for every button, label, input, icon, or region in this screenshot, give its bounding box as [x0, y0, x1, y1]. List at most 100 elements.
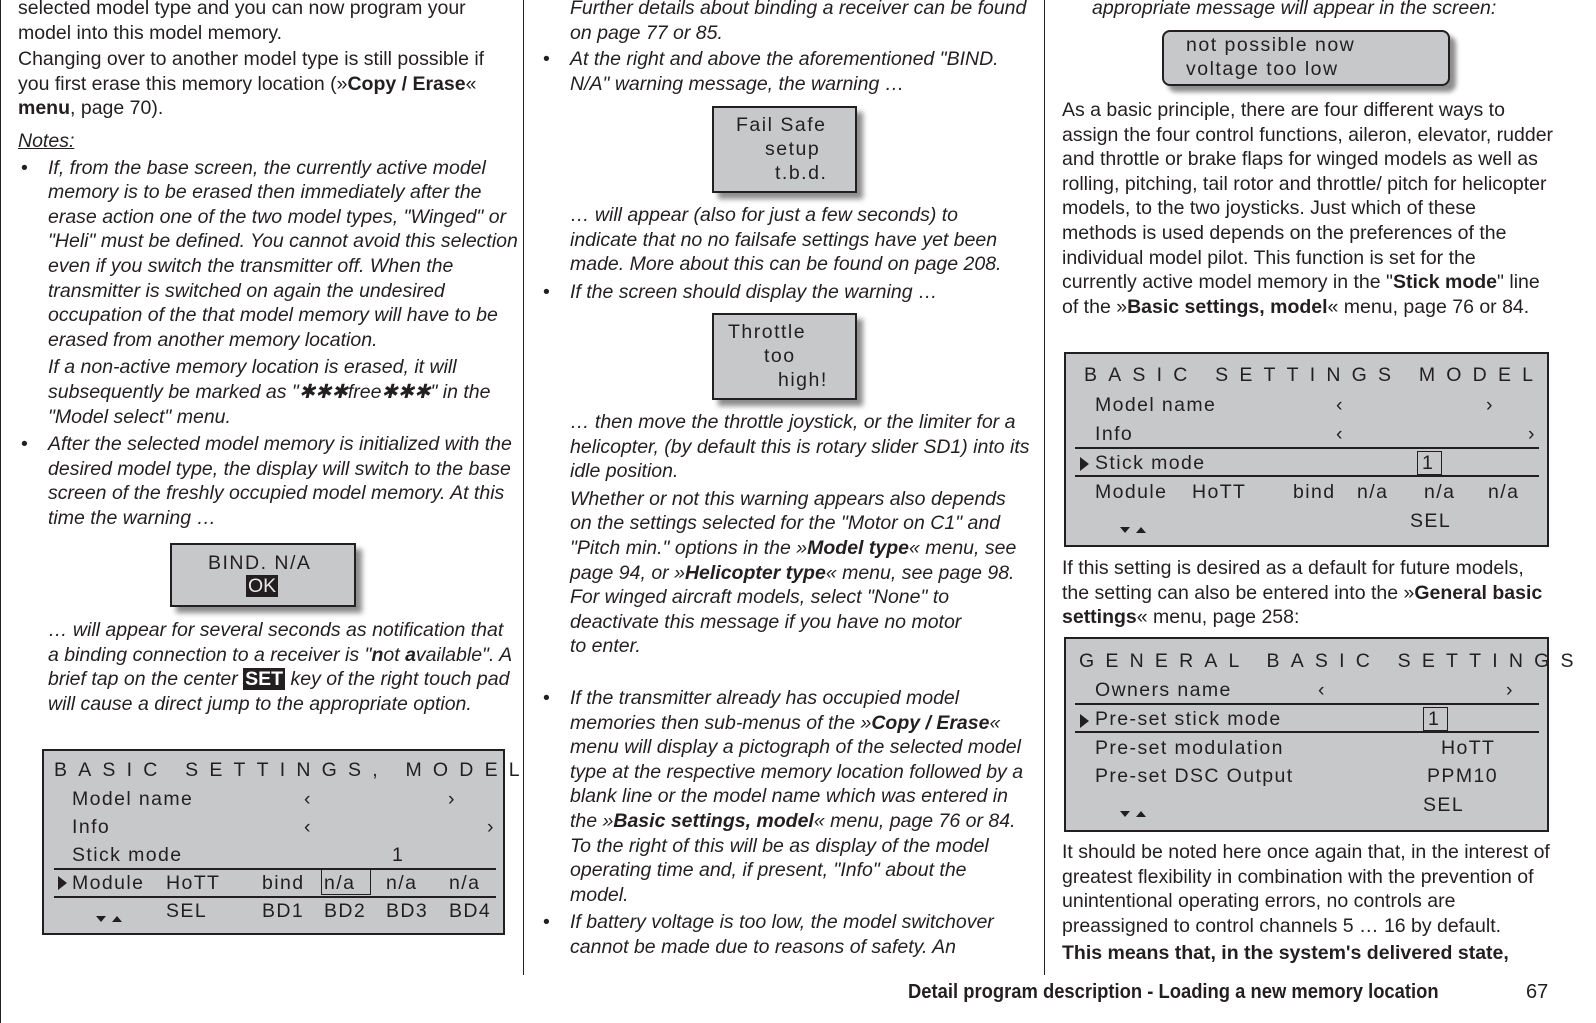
row-info-label[interactable]: Info	[72, 816, 110, 839]
preset-dsc-output-value: PPM10	[1427, 765, 1498, 787]
preset-modulation-value: HoTT	[1441, 737, 1496, 759]
scroll-down-icon[interactable]	[1120, 800, 1130, 823]
scroll-up-icon[interactable]	[112, 905, 122, 928]
ok-button[interactable]: OK	[246, 575, 279, 597]
scroll-up-icon[interactable]	[1136, 800, 1146, 823]
bd1-value: n/a	[1357, 481, 1389, 503]
paragraph-after-failsafe: … will appear (also for just a few secon…	[570, 204, 1002, 276]
softkey-sel[interactable]: SEL	[1423, 794, 1464, 817]
scroll-up-icon[interactable]	[1136, 516, 1146, 539]
chevron-right-icon: ›	[448, 788, 456, 810]
softkey-sel[interactable]: SEL	[1410, 510, 1451, 533]
paragraph-appropriate-message: appropriate message will appear in the s…	[1092, 0, 1497, 19]
row-info-label[interactable]: Info	[1095, 423, 1133, 446]
bind-na-popup: BIND. N/A OK	[170, 543, 356, 607]
row-stick-mode-label[interactable]: Stick mode	[1095, 452, 1205, 475]
menu-ref-copy-erase: Copy / Erase	[347, 72, 466, 95]
bullet-icon: •	[21, 156, 28, 179]
col2-bullet-1: • At the right and above the aforemention…	[543, 48, 999, 95]
column-1: selected model type and you can now prog…	[18, 0, 518, 530]
row-model-name-label[interactable]: Model name	[72, 788, 193, 811]
chevron-left-icon: ‹	[1336, 394, 1344, 416]
chevron-left-icon: ‹	[304, 816, 312, 838]
preset-stick-mode-value: 1	[1428, 708, 1441, 730]
bullet-icon: •	[543, 687, 550, 709]
page-footer-title: Detail program description - Loading a n…	[908, 981, 1439, 1003]
module-value: HoTT	[1192, 481, 1247, 503]
chevron-left-icon: ‹	[304, 788, 312, 810]
bind-value: bind	[262, 872, 305, 894]
softkey-bd4[interactable]: BD4	[449, 900, 491, 923]
row-preset-modulation-label[interactable]: Pre-set modulation	[1095, 737, 1284, 760]
paragraph-stick-mode-intro: As a basic principle, there are four dif…	[1062, 99, 1554, 318]
paragraph-delivered-state: This means that, in the system's deliver…	[1062, 942, 1509, 965]
chevron-right-icon: ›	[487, 816, 495, 838]
basic-settings-model-screen-2: BASIC SETTINGS MODEL Model name ‹ › Info…	[1064, 352, 1549, 547]
column-2-top: Further details about binding a receiver…	[570, 0, 1030, 47]
paragraph-after-bind: … will appear for several seconds as not…	[48, 619, 512, 715]
note-bullet-2: • After the selected model memory is init…	[21, 433, 512, 529]
softkey-bd3[interactable]: BD3	[386, 900, 428, 923]
row-preset-dsc-output-label[interactable]: Pre-set DSC Output	[1095, 765, 1294, 788]
stick-mode-value: 1	[1422, 452, 1435, 474]
chevron-right-icon: ›	[1528, 423, 1536, 445]
scroll-down-icon[interactable]	[1120, 516, 1130, 539]
module-value: HoTT	[166, 872, 221, 894]
note-bullet-1-continued: If a non-active memory location is erase…	[48, 356, 491, 428]
row-model-name-label[interactable]: Model name	[1095, 394, 1216, 417]
note-bullet-1: • If, from the base screen, the currently…	[21, 156, 518, 351]
chevron-left-icon: ‹	[1318, 679, 1326, 701]
row-stick-mode-label[interactable]: Stick mode	[72, 844, 182, 867]
bd3-value: n/a	[386, 872, 418, 894]
bd2-value: n/a	[1424, 481, 1456, 503]
bullet-icon: •	[543, 281, 550, 303]
selection-line-bottom	[1075, 731, 1539, 733]
general-basic-settings-screen: GENERAL BASIC SETTINGS Owners name ‹ › P…	[1064, 637, 1574, 832]
paragraph-changing-model-type: Changing over to another model type is s…	[18, 48, 485, 120]
paragraph-channels-note: It should be noted here once again that,…	[1062, 840, 1554, 968]
selection-arrow-icon	[1080, 454, 1089, 477]
screen-title: GENERAL BASIC SETTINGS	[1079, 650, 1585, 672]
popup-bind-text: BIND. N/A	[208, 552, 312, 574]
softkey-bd2[interactable]: BD2	[324, 900, 366, 923]
voltage-too-low-popup: not possible now voltage too low	[1162, 30, 1450, 86]
col2-bullets-lower: • If the transmitter already has occupied…	[540, 686, 1030, 960]
selection-arrow-icon	[58, 873, 67, 896]
bd2-value: n/a	[324, 872, 356, 894]
bullet-icon: •	[543, 911, 550, 934]
stick-mode-value: 1	[392, 844, 405, 866]
row-module-label[interactable]: Module	[72, 872, 144, 895]
column-divider-1	[523, 0, 524, 975]
bd3-value: n/a	[1488, 481, 1520, 503]
softkey-sel[interactable]: SEL	[166, 900, 207, 923]
throttle-too-high-popup: Throttle too high!	[712, 313, 857, 400]
screen-title: BASIC SETTINGS, MODEL	[54, 759, 531, 781]
notes-heading: Notes:	[18, 129, 75, 152]
row-module-label[interactable]: Module	[1095, 481, 1167, 504]
set-key-label: SET	[243, 668, 286, 691]
selection-line-bottom	[54, 896, 496, 898]
column-divider-2	[1044, 0, 1045, 975]
bd4-value: n/a	[449, 872, 481, 894]
col2-bullet-4: • If battery voltage is too low, the mode…	[543, 911, 994, 958]
bind-value: bind	[1293, 481, 1336, 503]
softkey-bd1[interactable]: BD1	[262, 900, 304, 923]
selection-line-bottom	[1075, 475, 1539, 477]
bullet-icon: •	[21, 433, 28, 456]
paragraph-after-throttle: … then move the throttle joystick, or th…	[570, 411, 1030, 658]
chevron-right-icon: ›	[1486, 394, 1494, 416]
chevron-left-icon: ‹	[1336, 423, 1344, 445]
row-preset-stick-mode-label[interactable]: Pre-set stick mode	[1095, 708, 1282, 731]
paragraph-binding-details: Further details about binding a receiver…	[570, 0, 1027, 44]
bullet-icon: •	[543, 48, 550, 70]
selection-line-top	[54, 868, 496, 870]
selection-line-top	[1075, 703, 1539, 705]
row-owners-name-label[interactable]: Owners name	[1095, 679, 1232, 702]
paragraph-general-default: If this setting is desired as a default …	[1062, 557, 1543, 629]
paragraph-intro: selected model type and you can now prog…	[18, 0, 466, 44]
selection-line-top	[1075, 447, 1539, 449]
chevron-right-icon: ›	[1506, 679, 1514, 701]
scroll-down-icon[interactable]	[96, 905, 106, 928]
screen-title: BASIC SETTINGS MODEL	[1084, 364, 1545, 386]
page-left-border	[0, 0, 1, 1023]
